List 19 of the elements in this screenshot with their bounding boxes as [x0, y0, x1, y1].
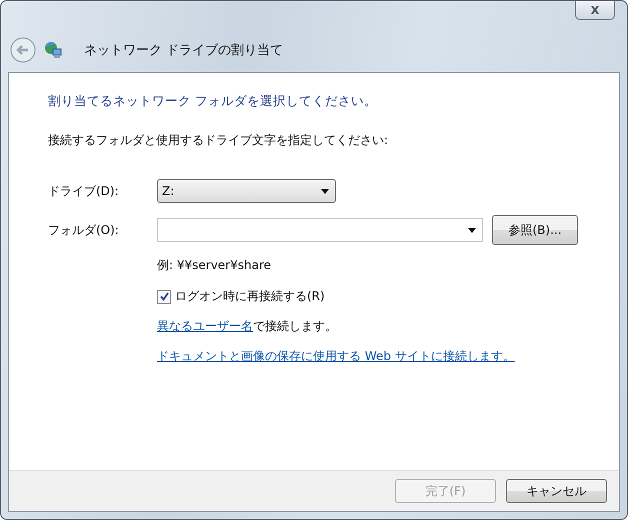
heading: 割り当てるネットワーク フォルダを選択してください。 — [48, 93, 378, 110]
close-button[interactable]: X — [575, 1, 615, 20]
instruction-text: 接続するフォルダと使用するドライブ文字を指定してください: — [48, 132, 390, 149]
folder-label: フォルダ(O): — [48, 222, 120, 238]
other-user-link[interactable]: 異なるユーザー名 — [157, 319, 253, 333]
dropdown-caret-icon — [321, 188, 329, 194]
network-computer-icon — [44, 41, 62, 59]
example-text: 例: ¥¥server¥share — [157, 257, 272, 274]
drive-dropdown[interactable]: Z: — [157, 179, 336, 203]
folder-dropdown[interactable] — [157, 218, 483, 242]
browse-button[interactable]: 参照(B)... — [492, 215, 578, 245]
drive-label: ドライブ(D): — [48, 182, 120, 200]
reconnect-checkbox[interactable] — [157, 290, 171, 304]
window-title: ネットワーク ドライブの割り当て — [84, 42, 284, 59]
website-link[interactable]: ドキュメントと画像の保存に使用する Web サイトに接続します。 — [157, 348, 515, 365]
reconnect-label: ログオン時に再接続する(R) — [175, 288, 325, 305]
dropdown-caret-icon — [468, 228, 476, 232]
other-user-text: 異なるユーザー名 で接続します。 — [157, 318, 338, 335]
cancel-button[interactable]: キャンセル — [506, 479, 607, 503]
